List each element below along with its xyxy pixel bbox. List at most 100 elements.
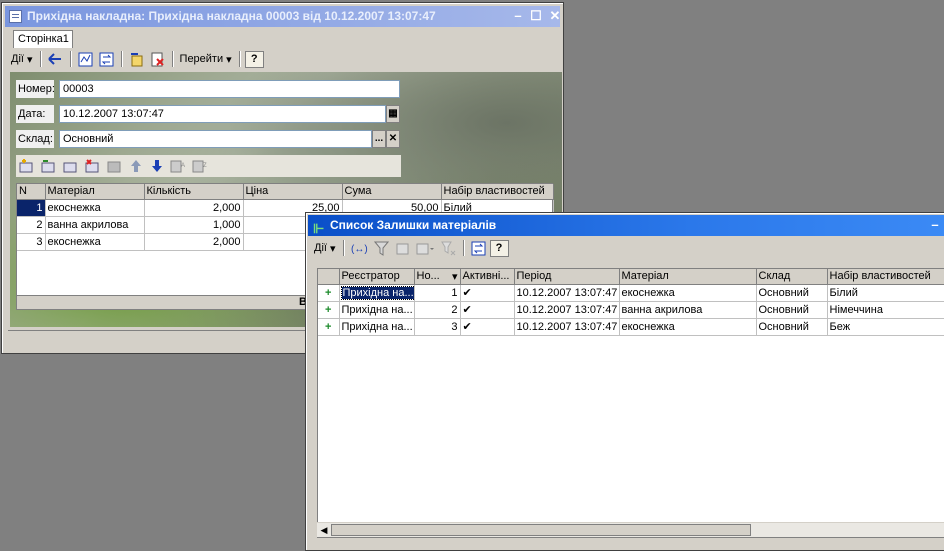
cell-n[interactable]: 1 (17, 199, 46, 217)
invoice-toolbar: Дії ▾ Перейти ▾ ? (9, 48, 559, 70)
refresh-icon[interactable] (469, 239, 488, 258)
horizontal-scrollbar[interactable]: ◀ (317, 522, 944, 537)
date-field[interactable]: 10.12.2007 13:07:47 (59, 105, 386, 123)
column-header[interactable]: Набір властивостей (827, 269, 944, 285)
actions-menu-button[interactable]: Дії ▾ (9, 50, 35, 69)
column-header[interactable]: Період (514, 269, 620, 285)
move-down-icon[interactable] (147, 157, 166, 176)
selected-registrar[interactable]: Прихідна на... (340, 285, 413, 300)
column-header[interactable]: Ціна (243, 184, 343, 200)
toolbar-separator (39, 51, 41, 67)
column-header[interactable]: N (17, 184, 46, 200)
cell-material[interactable]: ванна акрилова (619, 301, 757, 319)
cell-material[interactable]: екоснежка (619, 284, 757, 302)
number-label: Номер: (16, 80, 55, 98)
goto-menu-button[interactable]: Перейти ▾ (178, 50, 234, 69)
cell-registrar[interactable]: Прихідна на... (339, 301, 415, 319)
help-button[interactable]: ? (489, 239, 509, 257)
move-document-icon[interactable] (127, 50, 146, 69)
help-button[interactable]: ? (244, 50, 264, 68)
calendar-icon[interactable]: ▦ (386, 105, 400, 123)
cell-period[interactable]: 10.12.2007 13:07:47 (514, 301, 620, 319)
cell-material[interactable]: ванна акрилова (45, 216, 145, 234)
scroll-left-icon[interactable]: ◀ (318, 524, 330, 536)
end-edit-icon[interactable] (104, 157, 124, 176)
balances-table[interactable]: Реєстратор Но... ▾ Активні... Період Мате… (317, 268, 944, 538)
column-header[interactable]: Активні... (460, 269, 515, 285)
maximize-icon[interactable]: ☐ (527, 8, 545, 24)
column-header[interactable]: Набір властивостей (441, 184, 554, 200)
balances-title-bar[interactable]: ⊩ Список Залишки матеріалів – (308, 215, 944, 236)
cell-registrar[interactable]: Прихідна на... (339, 318, 415, 336)
cell-qty[interactable]: 2,000 (144, 233, 244, 251)
sort-arrow-icon: ▾ (451, 270, 458, 283)
clear-button[interactable]: ✕ (386, 130, 400, 148)
invoice-title-bar[interactable]: Прихідна накладна: Прихідна накладна 000… (5, 6, 560, 27)
active-check-icon[interactable]: ✔ (460, 284, 515, 302)
number-field[interactable]: 00003 (59, 80, 400, 98)
cell-warehouse[interactable]: Основний (756, 301, 828, 319)
column-header[interactable]: Матеріал (619, 269, 757, 285)
cell-period[interactable]: 10.12.2007 13:07:47 (514, 284, 620, 302)
warehouse-field[interactable]: Основний (59, 130, 372, 148)
cell-props[interactable]: Німеччина (827, 301, 944, 319)
scrollbar-thumb[interactable] (331, 524, 751, 536)
table-row[interactable]: + Прихідна на... 2 ✔ 10.12.2007 13:07:47… (318, 301, 944, 319)
cell-material[interactable]: екоснежка (619, 318, 757, 336)
cell-material[interactable]: екоснежка (45, 233, 145, 251)
edit-row-icon[interactable] (60, 157, 80, 176)
sort-ascending-icon[interactable]: A (168, 157, 188, 176)
income-plus-icon: + (318, 318, 340, 336)
sort-descending-icon[interactable]: Z (190, 157, 210, 176)
filter-by-value-icon[interactable] (393, 239, 412, 258)
column-header[interactable]: Матеріал (45, 184, 145, 200)
column-header[interactable]: Кількість (144, 184, 244, 200)
cell-no[interactable]: 3 (414, 318, 461, 336)
actions-menu-button[interactable]: Дії ▾ (312, 239, 338, 258)
cell-period[interactable]: 10.12.2007 13:07:47 (514, 318, 620, 336)
cell-n[interactable]: 2 (17, 216, 46, 234)
period-range-icon[interactable]: (↔) (349, 239, 370, 258)
delete-document-icon[interactable] (148, 50, 167, 69)
toolbar-separator (238, 51, 240, 67)
table-row[interactable]: + Прихідна на... 3 ✔ 10.12.2007 13:07:47… (318, 318, 944, 336)
cell-n[interactable]: 3 (17, 233, 46, 251)
warehouse-label: Склад: (16, 130, 54, 148)
cell-no[interactable]: 2 (414, 301, 461, 319)
cell-props[interactable]: Беж (827, 318, 944, 336)
column-header[interactable]: Но... ▾ (414, 269, 461, 285)
svg-text:Z: Z (203, 163, 207, 169)
cell-registrar[interactable]: Прихідна на... (339, 284, 415, 302)
column-header[interactable]: Сума (342, 184, 442, 200)
clear-filter-icon[interactable] (439, 239, 458, 258)
filter-history-icon[interactable] (414, 239, 437, 258)
refresh-document-icon[interactable] (97, 50, 116, 69)
cell-qty[interactable]: 1,000 (144, 216, 244, 234)
minimize-icon[interactable]: – (509, 8, 527, 24)
cell-material[interactable]: екоснежка (45, 199, 145, 217)
delete-row-icon[interactable] (82, 157, 102, 176)
cell-warehouse[interactable]: Основний (756, 284, 828, 302)
go-back-icon[interactable] (46, 50, 65, 69)
cell-qty[interactable]: 2,000 (144, 199, 244, 217)
post-document-icon[interactable] (76, 50, 95, 69)
active-check-icon[interactable]: ✔ (460, 301, 515, 319)
move-up-icon[interactable] (126, 157, 145, 176)
toolbar-separator (69, 51, 71, 67)
active-check-icon[interactable]: ✔ (460, 318, 515, 336)
close-icon[interactable]: ✕ (546, 8, 560, 24)
select-button[interactable]: ... (372, 130, 386, 148)
column-header[interactable]: Склад (756, 269, 828, 285)
minimize-icon[interactable]: – (926, 217, 944, 233)
copy-row-icon[interactable] (38, 157, 58, 176)
cell-warehouse[interactable]: Основний (756, 318, 828, 336)
tab-page1[interactable]: Сторінка1 (13, 30, 73, 48)
filter-icon[interactable] (372, 239, 391, 258)
table-row[interactable]: + Прихідна на... 1 ✔ 10.12.2007 13:07:47… (318, 284, 944, 302)
cell-props[interactable]: Білий (827, 284, 944, 302)
column-header[interactable]: Реєстратор (339, 269, 415, 285)
add-row-icon[interactable] (16, 157, 36, 176)
cell-no[interactable]: 1 (414, 284, 461, 302)
balances-toolbar: Дії ▾ (↔) ? (312, 237, 942, 259)
balances-window-title: Список Залишки матеріалів (330, 218, 497, 232)
